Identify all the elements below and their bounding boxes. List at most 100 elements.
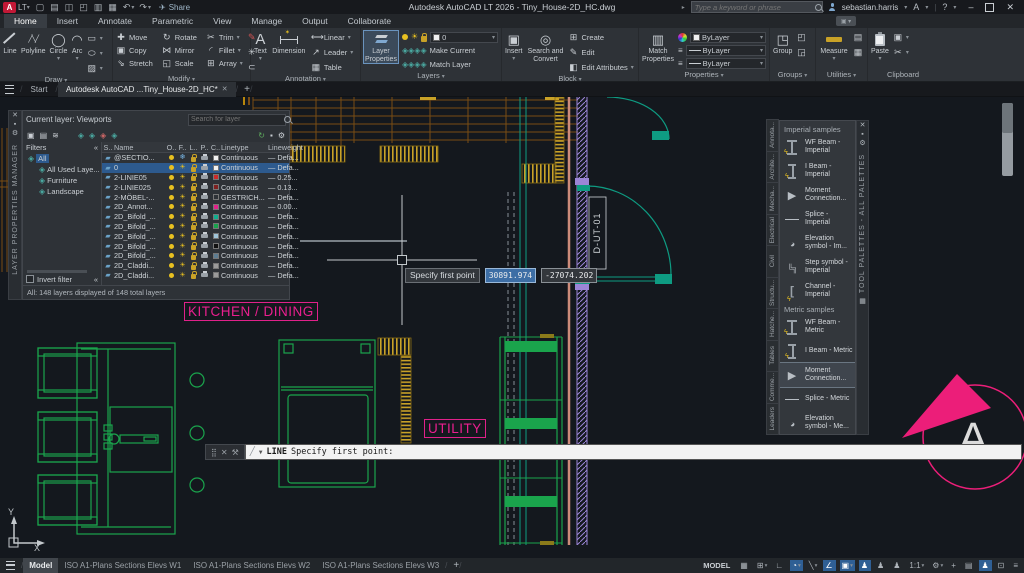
layer-row[interactable]: ▰ 2D_Bifold_... ☀ Continuous — Defa... xyxy=(102,241,289,251)
insert-button[interactable]: ▣Insert▾ xyxy=(505,31,523,63)
invert-filter-checkbox[interactable] xyxy=(26,275,34,283)
layer-lock-icon[interactable] xyxy=(188,271,199,279)
layer-lock-icon[interactable] xyxy=(188,193,199,201)
hatch-button[interactable]: ▨▾ xyxy=(87,62,103,75)
search-convert-button[interactable]: ◎Search and Convert xyxy=(527,31,565,63)
tool-palette-item[interactable]: WF Beam - Imperial xyxy=(780,135,855,159)
layer-row[interactable]: ▰ 2D_Bifold_... ☀ Continuous — Defa... xyxy=(102,212,289,222)
layer-on-icon[interactable] xyxy=(166,155,177,160)
save-icon[interactable]: ◫ xyxy=(65,2,75,13)
Stretch[interactable]: ⇘Stretch xyxy=(116,57,156,70)
layer-color-swatch[interactable] xyxy=(210,204,221,210)
collapse-filters-icon[interactable]: « xyxy=(94,143,98,152)
search-icon[interactable] xyxy=(815,4,822,11)
layer-row[interactable]: ▰ 2-LINIE025 ☀ Continuous — 0.13... xyxy=(102,182,289,192)
layer-color-swatch[interactable] xyxy=(210,155,221,161)
layer-row[interactable]: ▰ 2-MÖBEL-... ☀ GESTRICH... — Defa... xyxy=(102,192,289,202)
nav-scrollbar[interactable] xyxy=(1002,103,1013,176)
layer-plot-icon[interactable] xyxy=(199,215,210,219)
refresh-icon[interactable]: ↻ xyxy=(258,131,265,140)
layer-plot-icon[interactable] xyxy=(199,185,210,189)
share-button[interactable]: ✈ Share xyxy=(159,3,190,12)
snap-icon[interactable]: ⊞▾ xyxy=(755,560,769,571)
layer-plot-icon[interactable] xyxy=(199,264,210,268)
command-input[interactable]: ╱ ▼ LINE Specify first point: xyxy=(245,444,1022,460)
tool-palette-item[interactable]: Step symbol - Imperial xyxy=(780,255,855,279)
layer-row[interactable]: ▰ 2D_Claddi... ☀ Continuous — Defa... xyxy=(102,261,289,271)
tool-palette-tab[interactable]: Structu... xyxy=(766,277,779,310)
Mirror[interactable]: ⋈Mirror xyxy=(162,44,200,57)
layer-color-swatch[interactable] xyxy=(210,253,221,259)
close-button[interactable]: ✕ xyxy=(1000,2,1020,13)
ribbon-icon-tab[interactable]: ▣ ▾ xyxy=(828,16,856,27)
layer-on-icon[interactable] xyxy=(166,263,177,268)
linetype-icon[interactable]: ≡ xyxy=(678,59,683,68)
tool-palette-item[interactable]: WF Beam - Metric xyxy=(780,315,855,339)
layer-lock-icon[interactable] xyxy=(188,183,199,191)
Copy[interactable]: ▣Copy xyxy=(116,44,156,57)
layer-color-swatch[interactable] xyxy=(210,194,221,200)
command-close-icon[interactable]: ✕ xyxy=(221,448,228,457)
command-recent-caret-icon[interactable]: ▼ xyxy=(259,449,263,456)
layer-on-icon[interactable] xyxy=(166,244,177,249)
tool-palette-item[interactable]: Splice - Imperial xyxy=(780,207,855,231)
layer-freeze-icon[interactable]: ☀ xyxy=(177,164,188,171)
dynamic-input-x[interactable]: 30891.974 xyxy=(485,268,536,283)
layer-on-icon[interactable] xyxy=(166,165,177,170)
layer-freeze-icon[interactable]: ☀ xyxy=(177,223,188,230)
group-button[interactable]: ◳Group xyxy=(773,31,792,56)
rectangle-button[interactable]: ▭▾ xyxy=(87,32,103,45)
paste-button[interactable]: Paste▾ xyxy=(871,31,889,63)
ribbon-tab[interactable]: Parametric xyxy=(142,14,203,28)
new-layer-vp-icon[interactable]: ◈ xyxy=(89,131,95,140)
close-palette-icon[interactable]: ✕ xyxy=(12,111,18,120)
layer-on-icon[interactable] xyxy=(166,175,177,180)
copy-clip-button[interactable]: ▣▾ xyxy=(893,31,909,44)
layer-lock-icon[interactable] xyxy=(188,232,199,240)
tool-palette-item[interactable]: Moment Connection... xyxy=(780,183,855,207)
polar-tracking-icon[interactable]: ◔▾ xyxy=(790,560,803,571)
tool-palette-item[interactable]: I Beam - Metric xyxy=(780,339,855,363)
layer-freeze-icon[interactable]: ☀ xyxy=(177,262,188,269)
layer-plot-icon[interactable] xyxy=(199,244,210,248)
layer-color-swatch[interactable] xyxy=(210,165,221,171)
restore-button[interactable] xyxy=(985,3,994,12)
layer-freeze-icon[interactable]: ❄ xyxy=(177,154,188,161)
layer-row[interactable]: ▰ 2D_Claddi... ☀ Continuous — Defa... xyxy=(102,271,289,281)
new-layer-icon[interactable]: ◈ xyxy=(78,131,84,140)
autohide-icon[interactable]: ▪ xyxy=(14,120,16,129)
ribbon-tab[interactable]: Output xyxy=(292,14,338,28)
layer-color-swatch[interactable] xyxy=(210,243,221,249)
access-caret-icon[interactable]: ▾ xyxy=(925,4,928,11)
object-snap-icon[interactable]: ∠ xyxy=(823,560,835,571)
tool-palette-tab[interactable]: Tables xyxy=(766,340,779,373)
match-properties-button[interactable]: ▥Match Properties xyxy=(642,31,674,63)
layer-lock-icon[interactable] xyxy=(188,213,199,221)
layer-freeze-icon[interactable]: ☀ xyxy=(177,184,188,191)
layer-freeze-icon[interactable]: ☀ xyxy=(177,243,188,250)
line-button[interactable]: Line xyxy=(3,31,17,56)
layer-on-icon[interactable] xyxy=(166,253,177,258)
group-edit-button[interactable]: ◰ xyxy=(796,31,806,44)
tool-palette-tab[interactable]: Mecha... xyxy=(766,182,779,215)
ortho-icon[interactable]: ∟ xyxy=(773,560,786,571)
layout-icon[interactable]: ▤ xyxy=(963,560,976,571)
tool-palette-item[interactable]: I Beam - Imperial xyxy=(780,159,855,183)
file-tabs-menu-icon[interactable] xyxy=(5,85,14,94)
app-menu-caret-icon[interactable]: ▾ xyxy=(27,4,30,11)
layer-color-swatch[interactable] xyxy=(210,272,221,278)
delete-layer-icon[interactable]: ◈ xyxy=(100,131,106,140)
linetype-dropdown[interactable]: ByLayer▾ xyxy=(686,58,766,69)
tool-palette-item[interactable]: Elevation symbol - Me... xyxy=(780,411,855,435)
drawing-canvas[interactable]: D-UT-01 xyxy=(0,97,1024,558)
layer-row[interactable]: ▰ 2D_Annot... ☀ Continuous — 0.00... xyxy=(102,202,289,212)
edit-block-button[interactable]: ✎Edit xyxy=(569,46,595,59)
layer-dropdown[interactable]: 0▾ xyxy=(430,32,498,43)
layer-lock-icon[interactable] xyxy=(188,222,199,230)
layout-tab[interactable]: ISO A1-Plans Sections Elevs W1 xyxy=(58,558,187,573)
dynamic-input-y[interactable]: -27074.202 xyxy=(541,268,597,283)
document-tab[interactable]: Autodesk AutoCAD ...Tiny_House-2D_HC*✕ xyxy=(58,82,236,97)
layout-menu-icon[interactable] xyxy=(6,561,15,570)
layer-on-icon[interactable] xyxy=(166,273,177,278)
layer-plot-icon[interactable] xyxy=(199,224,210,228)
